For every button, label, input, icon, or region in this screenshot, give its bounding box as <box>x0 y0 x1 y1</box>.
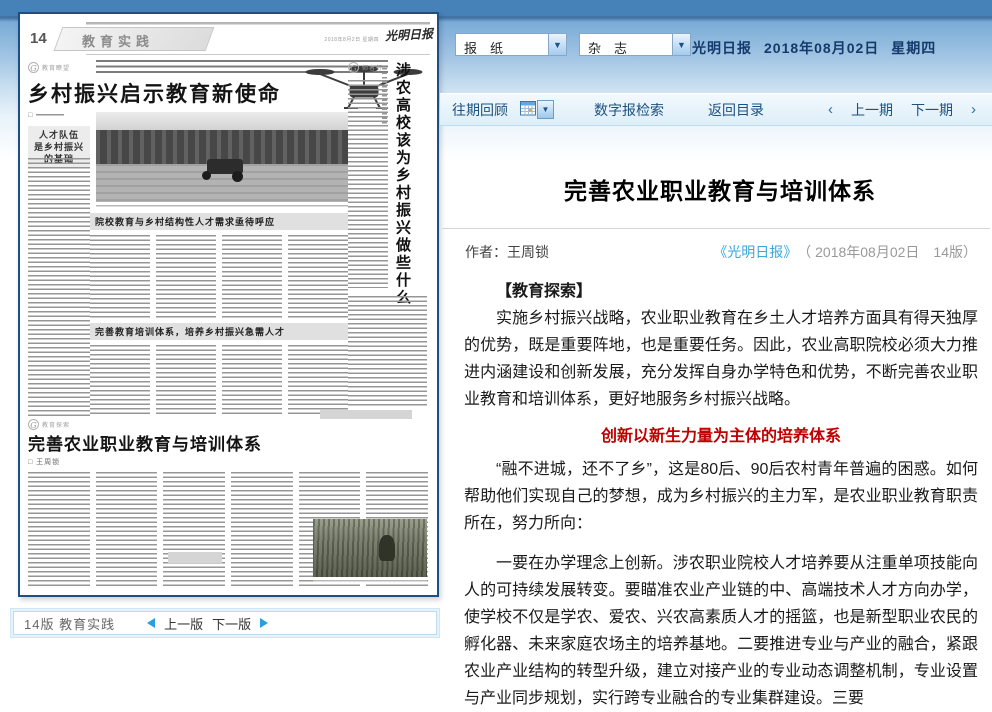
newspaper-select-value: 报 纸 <box>456 34 548 55</box>
next-issue-link[interactable]: 下一期 <box>911 100 953 120</box>
meta-spacer <box>549 242 713 262</box>
tractor-field-photo <box>96 112 348 202</box>
paper-vertical-headline[interactable]: 涉农高校该为乡村振兴做些什么 <box>392 62 413 296</box>
section-badge-3: G 教育探索 <box>28 419 70 430</box>
paper-masthead-meta: 2018年8月2日 星期四 <box>324 36 379 43</box>
paper-byline-2: □ 王周锁 <box>28 457 60 467</box>
next-chevron-icon[interactable]: › <box>971 101 976 118</box>
masthead-rule <box>86 22 430 25</box>
issue-info: （ 2018年08月02日 14版） <box>797 242 977 262</box>
digital-search-link[interactable]: 数字报检索 <box>594 100 664 120</box>
dropdown-arrow-icon[interactable]: ▼ <box>548 34 566 55</box>
paper-text-column <box>348 296 427 406</box>
article-meta-row: 作者：王周锁 《光明日报》 （ 2018年08月02日 14版） <box>465 242 977 262</box>
dropdown-arrow-icon[interactable]: ▼ <box>672 34 690 55</box>
paper-mini-crosshead <box>320 410 412 419</box>
edition-selectors: 报 纸 ▼ 杂 志 ▼ <box>455 33 691 56</box>
paper-text-columns <box>90 235 348 319</box>
masthead-date: 光明日报 2018年08月02日 星期四 <box>692 38 936 58</box>
paper-text-column <box>348 80 388 288</box>
issue-weekday: 星期四 <box>891 38 936 58</box>
issue-pager: ‹ 上一期 下一期 › <box>828 100 976 120</box>
calendar-dropdown-arrow-icon[interactable]: ▼ <box>537 100 554 119</box>
back-to-contents-link[interactable]: 返回目录 <box>708 100 764 120</box>
paper-crosshead-1: 院校教育与乡村结构性人才需求亟待呼应 <box>90 213 348 230</box>
paper-section-title: 教育实践 <box>82 31 154 50</box>
article-tag: 【教育探索】 <box>464 278 978 305</box>
next-page-link[interactable]: 下一版 <box>212 614 251 633</box>
prev-issue-link[interactable]: 上一期 <box>851 100 893 120</box>
magazine-select-value: 杂 志 <box>580 34 672 55</box>
calendar-picker[interactable]: ▼ <box>520 100 554 119</box>
article-subhead: 创新以新生力量为主体的培养体系 <box>464 423 978 450</box>
source-link[interactable]: 《光明日报》 <box>713 242 797 262</box>
prev-chevron-icon[interactable]: ‹ <box>828 101 833 118</box>
section-badge-1: G 教育瞭望 <box>28 62 70 73</box>
section-badge-2: G 师者行 <box>348 62 383 73</box>
article-title: 完善农业职业教育与培训体系 <box>462 172 978 206</box>
paper-logo: 光明日报 <box>385 25 434 44</box>
magazine-select[interactable]: 杂 志 ▼ <box>579 33 691 56</box>
paper-page-number: 14 <box>30 30 47 47</box>
past-issues-link[interactable]: 往期回顾 <box>452 100 508 120</box>
current-page-label: 14版 教育实践 <box>24 614 115 633</box>
photo-caption <box>313 580 427 583</box>
paper-text-columns <box>90 345 348 417</box>
paper-crosshead-2: 完善教育培训体系，培养乡村振兴急需人才 <box>90 323 348 340</box>
brand-name: 光明日报 <box>692 38 752 58</box>
article-body: 【教育探索】 实施乡村振兴战略，农业职业教育在乡土人才培养方面具有得天独厚的优势… <box>464 278 978 712</box>
prev-page-arrow-icon[interactable] <box>147 618 155 628</box>
paper-byline-1: □ <box>28 112 64 119</box>
issue-navbar: 往期回顾 ▼ 数字报检索 返回目录 ‹ 上一期 下一期 › <box>440 93 992 126</box>
article-paragraph-2: “融不进城，还不了乡”，这是80后、90后农村青年普遍的困惑。如何帮助他们实现自… <box>464 456 978 537</box>
badge-g-icon: G <box>28 62 39 73</box>
paper-mini-crosshead <box>168 552 222 563</box>
prev-page-link[interactable]: 上一版 <box>164 614 203 633</box>
newspaper-select[interactable]: 报 纸 ▼ <box>455 33 567 56</box>
title-divider <box>442 228 990 229</box>
article-paragraph-1: 实施乡村振兴战略，农业职业教育在乡土人才培养方面具有得天独厚的优势，既是重要阵地… <box>464 305 978 413</box>
issue-date: 2018年08月02日 <box>764 38 879 58</box>
paper-bottom-headline[interactable]: 完善农业职业教育与培训体系 <box>28 430 262 455</box>
masthead-underline <box>86 54 430 55</box>
next-page-arrow-icon[interactable] <box>260 618 268 628</box>
calendar-icon[interactable] <box>520 100 536 119</box>
badge-g-icon: G <box>348 62 359 73</box>
page-pager-inner: 14版 教育实践 上一版 下一版 <box>13 611 437 635</box>
newspaper-page-thumbnail[interactable]: 14 教育实践 2018年8月2日 星期四 光明日报 G 教育瞭望 乡村振兴启示… <box>18 12 439 597</box>
paper-text-column <box>28 158 90 416</box>
page-pager-bar: 14版 教育实践 上一版 下一版 <box>10 608 440 638</box>
article-paragraph-3: 一要在办学理念上创新。涉农职业院校人才培养要从注重单项技能向人的可持续发展转变。… <box>464 550 978 712</box>
article-author: 作者：王周锁 <box>465 242 549 262</box>
crops-photo <box>313 519 427 577</box>
badge-g-icon: G <box>28 419 39 430</box>
photo-caption <box>96 205 348 209</box>
paper-main-headline[interactable]: 乡村振兴启示教育新使命 <box>28 78 281 108</box>
